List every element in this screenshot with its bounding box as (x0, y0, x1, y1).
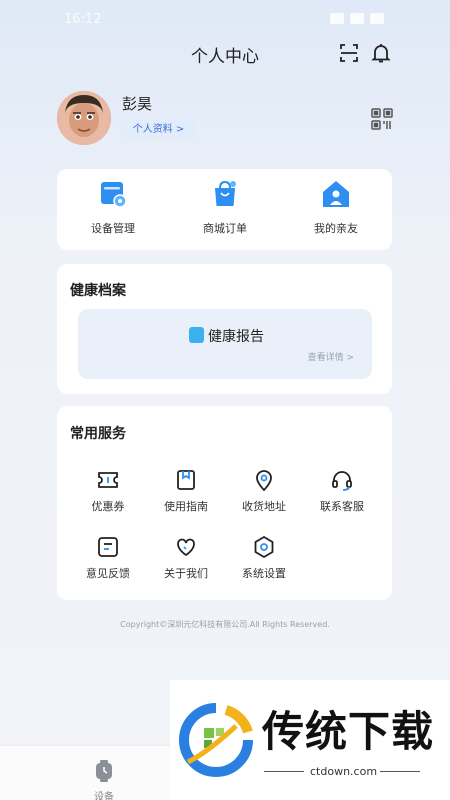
copyright-text: Copyright©深圳元亿科技有限公司.All Rights Reserved… (120, 620, 330, 629)
tab-device[interactable]: 设备 (80, 760, 128, 800)
headset-icon (332, 471, 352, 491)
service-label: 优惠券 (91, 500, 125, 513)
avatar[interactable] (57, 91, 111, 145)
services-card: 常用服务 优惠券 使用指南 收货地址 联系客服 意见反馈 关于我们 系统设置 (57, 406, 392, 600)
health-report-icon (189, 327, 204, 343)
heart-icon (177, 538, 195, 557)
service-coupon[interactable]: 优惠券 (68, 468, 148, 514)
quick-item-label: 设备管理 (91, 222, 135, 235)
location-pin-icon (256, 470, 272, 492)
watermark-logo-icon (179, 703, 253, 777)
service-about[interactable]: 关于我们 (146, 535, 226, 581)
tab-device-label: 设备 (94, 792, 114, 800)
services-section-title: 常用服务 (70, 426, 126, 442)
signal-icon (350, 13, 364, 24)
service-label: 意见反馈 (86, 567, 130, 580)
watermark-line-right (380, 771, 420, 772)
service-feedback[interactable]: 意见反馈 (68, 535, 148, 581)
service-label: 关于我们 (164, 567, 208, 580)
status-time: 16:12 (64, 12, 102, 27)
feedback-icon (98, 537, 118, 557)
status-bar: 16:12 (0, 0, 450, 40)
scan-button[interactable] (337, 41, 361, 65)
service-address[interactable]: 收货地址 (224, 468, 304, 514)
family-house-icon (323, 181, 349, 207)
service-label: 使用指南 (164, 500, 208, 513)
guide-book-icon (177, 470, 195, 490)
service-label: 收货地址 (242, 500, 286, 513)
notification-button[interactable] (369, 41, 393, 65)
watermark-url: ctdown.com (310, 765, 378, 778)
quick-item-label: 商城订单 (203, 222, 247, 235)
health-report-entry[interactable]: 健康报告 查看详情 > (78, 309, 372, 379)
service-label: 系统设置 (242, 567, 286, 580)
watch-icon (96, 760, 112, 782)
health-records-card: 健康档案 健康报告 查看详情 > (57, 264, 392, 394)
settings-hex-icon (254, 535, 274, 559)
service-settings[interactable]: 系统设置 (224, 535, 304, 581)
health-report-title: 健康报告 (208, 329, 264, 345)
battery-icon (370, 13, 384, 24)
qr-code-icon (371, 108, 393, 130)
user-name: 彭昊 (122, 95, 153, 113)
service-guide[interactable]: 使用指南 (146, 468, 226, 514)
avatar-image (57, 91, 111, 145)
quick-item-label: 我的亲友 (314, 222, 358, 235)
quick-item-family[interactable]: 我的亲友 (286, 169, 386, 236)
quick-actions-card: 设备管理 商城订单 我的亲友 (57, 169, 392, 250)
shopping-bag-icon (215, 180, 236, 206)
wifi-icon (330, 13, 344, 24)
device-manage-icon (101, 182, 127, 208)
watermark-brand: 传统下载 (262, 707, 435, 756)
watermark-line-left (264, 771, 304, 772)
service-support[interactable]: 联系客服 (302, 468, 382, 514)
health-section-title: 健康档案 (70, 283, 126, 299)
coupon-icon (98, 472, 118, 488)
bell-icon (371, 44, 391, 63)
watermark: 传统下载 ctdown.com (170, 680, 450, 800)
quick-item-device-manage[interactable]: 设备管理 (63, 169, 163, 236)
scan-icon (340, 44, 358, 62)
quick-item-shop-orders[interactable]: 商城订单 (175, 169, 275, 236)
qr-code-button[interactable] (370, 107, 394, 131)
view-details-link[interactable]: 查看详情 > (308, 350, 354, 363)
service-label: 联系客服 (320, 500, 364, 513)
profile-details-button[interactable]: 个人资料 > (121, 117, 196, 138)
status-indicators (330, 13, 384, 24)
